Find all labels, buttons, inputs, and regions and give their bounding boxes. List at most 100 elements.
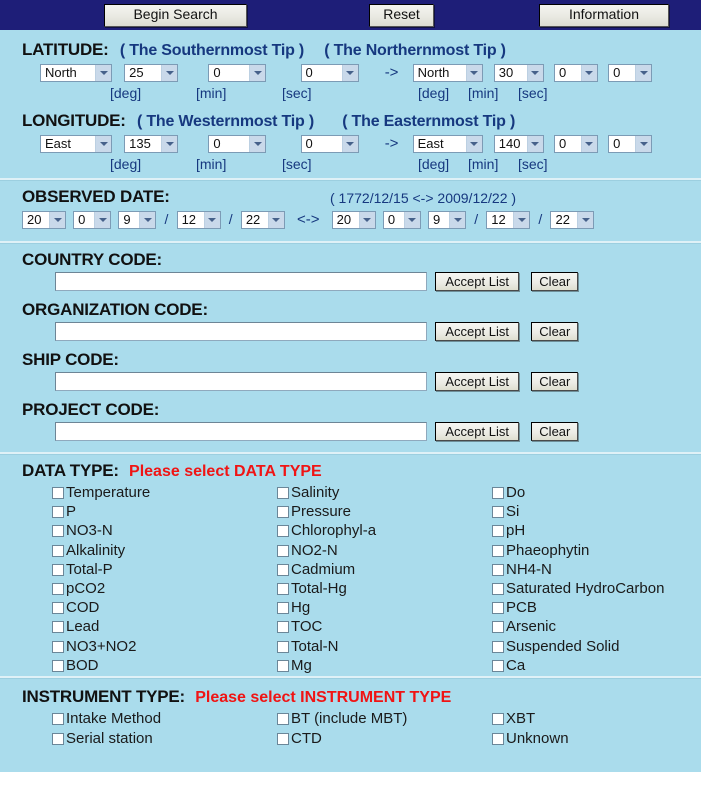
- organization-code-clear-button[interactable]: Clear: [531, 322, 579, 341]
- ship-code-accept-list-button[interactable]: Accept List: [435, 372, 520, 391]
- checkbox-icon[interactable]: [52, 733, 64, 745]
- date-from-year-century-select[interactable]: 20: [22, 211, 66, 230]
- latitude-to-min-select[interactable]: 0: [553, 64, 598, 83]
- data-type-option[interactable]: NO3-N: [52, 522, 113, 540]
- checkbox-icon[interactable]: [52, 487, 64, 499]
- latitude-to-sec-select[interactable]: 0: [608, 64, 653, 83]
- date-from-day-select[interactable]: 22: [240, 211, 285, 230]
- checkbox-icon[interactable]: [492, 733, 504, 745]
- checkbox-icon[interactable]: [492, 563, 504, 576]
- country-code-input[interactable]: [55, 272, 427, 291]
- latitude-to-deg-select[interactable]: 30: [493, 64, 544, 83]
- instrument-type-option[interactable]: BT (include MBT): [277, 710, 407, 728]
- date-from-month-select[interactable]: 12: [176, 211, 221, 230]
- data-type-option[interactable]: Cadmium: [277, 561, 355, 579]
- latitude-from-min-select[interactable]: 0: [208, 64, 267, 83]
- data-type-option[interactable]: Saturated HydroCarbon: [492, 580, 664, 598]
- data-type-option[interactable]: Temperature: [52, 484, 150, 502]
- checkbox-icon[interactable]: [277, 659, 289, 672]
- data-type-option[interactable]: Arsenic: [492, 618, 556, 636]
- checkbox-icon[interactable]: [277, 602, 289, 615]
- checkbox-icon[interactable]: [277, 544, 289, 557]
- checkbox-icon[interactable]: [277, 563, 289, 576]
- data-type-option[interactable]: NO2-N: [277, 542, 338, 560]
- data-type-option[interactable]: Total-Hg: [277, 580, 347, 598]
- date-from-year-unit-select[interactable]: 9: [118, 211, 157, 230]
- data-type-option[interactable]: COD: [52, 599, 99, 617]
- longitude-to-deg-select[interactable]: 140: [493, 135, 544, 154]
- longitude-from-sec-select[interactable]: 0: [300, 135, 359, 154]
- ship-code-clear-button[interactable]: Clear: [531, 372, 579, 391]
- latitude-from-deg-select[interactable]: 25: [124, 64, 179, 83]
- checkbox-icon[interactable]: [277, 621, 289, 634]
- longitude-to-min-select[interactable]: 0: [553, 135, 598, 154]
- checkbox-icon[interactable]: [52, 506, 64, 519]
- checkbox-icon[interactable]: [52, 640, 64, 653]
- data-type-option[interactable]: Total-N: [277, 638, 339, 656]
- instrument-type-option[interactable]: Intake Method: [52, 710, 161, 728]
- data-type-option[interactable]: Lead: [52, 618, 99, 636]
- instrument-type-option[interactable]: CTD: [277, 730, 322, 748]
- checkbox-icon[interactable]: [492, 640, 504, 653]
- data-type-option[interactable]: Do: [492, 484, 525, 502]
- checkbox-icon[interactable]: [492, 487, 504, 499]
- checkbox-icon[interactable]: [52, 713, 64, 725]
- checkbox-icon[interactable]: [277, 713, 289, 725]
- data-type-option[interactable]: Phaeophytin: [492, 542, 589, 560]
- latitude-to-hemisphere-select[interactable]: North: [412, 64, 483, 83]
- organization-code-input[interactable]: [55, 322, 427, 341]
- checkbox-icon[interactable]: [277, 640, 289, 653]
- checkbox-icon[interactable]: [492, 602, 504, 615]
- checkbox-icon[interactable]: [492, 621, 504, 634]
- instrument-type-option[interactable]: Unknown: [492, 730, 569, 748]
- data-type-option[interactable]: Pressure: [277, 503, 351, 521]
- longitude-to-sec-select[interactable]: 0: [608, 135, 653, 154]
- checkbox-icon[interactable]: [277, 583, 289, 595]
- data-type-option[interactable]: pH: [492, 522, 525, 540]
- data-type-option[interactable]: Si: [492, 503, 519, 521]
- checkbox-icon[interactable]: [492, 659, 504, 672]
- date-to-day-select[interactable]: 22: [550, 211, 595, 230]
- date-to-month-select[interactable]: 12: [486, 211, 531, 230]
- data-type-option[interactable]: Chlorophyl-a: [277, 522, 376, 540]
- instrument-type-option[interactable]: Serial station: [52, 730, 153, 748]
- checkbox-icon[interactable]: [277, 506, 289, 519]
- latitude-from-hemisphere-select[interactable]: North: [40, 64, 112, 83]
- data-type-option[interactable]: BOD: [52, 657, 99, 675]
- organization-code-accept-list-button[interactable]: Accept List: [435, 322, 520, 341]
- data-type-option[interactable]: Ca: [492, 657, 525, 675]
- longitude-from-min-select[interactable]: 0: [208, 135, 267, 154]
- checkbox-icon[interactable]: [492, 506, 504, 519]
- checkbox-icon[interactable]: [52, 583, 64, 595]
- data-type-option[interactable]: TOC: [277, 618, 322, 636]
- country-code-clear-button[interactable]: Clear: [531, 272, 579, 291]
- data-type-option[interactable]: Hg: [277, 599, 310, 617]
- checkbox-icon[interactable]: [277, 525, 289, 538]
- project-code-accept-list-button[interactable]: Accept List: [435, 422, 520, 441]
- checkbox-icon[interactable]: [52, 621, 64, 634]
- information-button[interactable]: Information: [539, 3, 669, 27]
- data-type-option[interactable]: PCB: [492, 599, 537, 617]
- checkbox-icon[interactable]: [52, 602, 64, 615]
- date-from-year-decade-select[interactable]: 0: [73, 211, 112, 230]
- longitude-from-deg-select[interactable]: 135: [124, 135, 179, 154]
- data-type-option[interactable]: Alkalinity: [52, 542, 125, 560]
- checkbox-icon[interactable]: [52, 563, 64, 576]
- checkbox-icon[interactable]: [52, 659, 64, 672]
- checkbox-icon[interactable]: [492, 713, 504, 725]
- reset-button[interactable]: Reset: [369, 3, 434, 27]
- data-type-option[interactable]: Salinity: [277, 484, 339, 502]
- checkbox-icon[interactable]: [492, 525, 504, 538]
- instrument-type-option[interactable]: XBT: [492, 710, 535, 728]
- date-to-year-unit-select[interactable]: 9: [428, 211, 467, 230]
- longitude-from-hemisphere-select[interactable]: East: [40, 135, 112, 154]
- data-type-option[interactable]: Suspended Solid: [492, 638, 619, 656]
- latitude-from-sec-select[interactable]: 0: [300, 64, 359, 83]
- data-type-option[interactable]: NO3+NO2: [52, 638, 136, 656]
- country-code-accept-list-button[interactable]: Accept List: [435, 272, 520, 291]
- data-type-option[interactable]: NH4-N: [492, 561, 552, 579]
- data-type-option[interactable]: P: [52, 503, 76, 521]
- ship-code-input[interactable]: [55, 372, 427, 391]
- data-type-option[interactable]: Mg: [277, 657, 312, 675]
- project-code-input[interactable]: [55, 422, 427, 441]
